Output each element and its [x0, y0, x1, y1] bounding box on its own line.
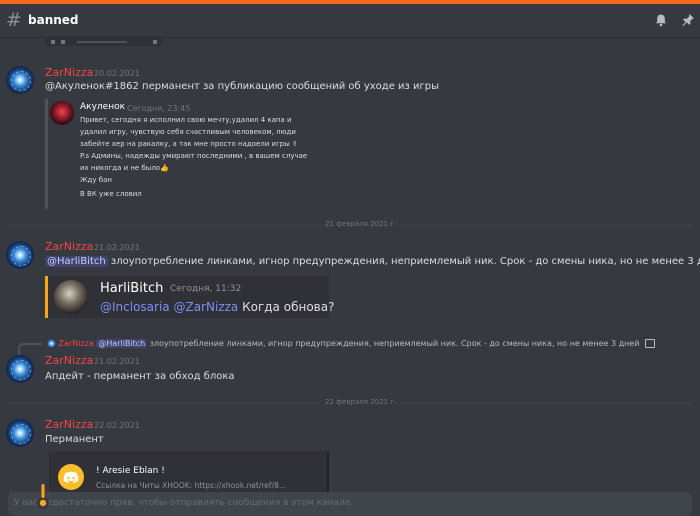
- quoted-line: P.s Админы, надежды умирают последними ,…: [80, 152, 308, 160]
- avatar[interactable]: [6, 355, 34, 383]
- reply-preview[interactable]: ZarNizza @HarliBitch злоупотребление лин…: [47, 339, 656, 348]
- date-divider-label: 21 февраля 2021 г.: [321, 220, 401, 228]
- embed-author: HarliBitch: [100, 281, 164, 296]
- message-body: злоупотребление линками, игнор предупреж…: [107, 256, 700, 267]
- embed-message: Когда обнова?: [242, 300, 335, 314]
- reply-text: злоупотребление линками, игнор предупреж…: [149, 339, 640, 348]
- image-icon: [645, 339, 656, 348]
- author-name[interactable]: ZarNizza: [45, 240, 93, 253]
- user-mention[interactable]: @Inclosaria: [100, 300, 170, 314]
- user-mention[interactable]: @HarliBitch: [45, 256, 108, 267]
- embed-avatar: [54, 280, 88, 314]
- avatar[interactable]: [6, 241, 34, 269]
- avatar[interactable]: [6, 66, 34, 94]
- user-mention[interactable]: @ZarNizza: [173, 300, 238, 314]
- message-timestamp: 22.02.2021: [94, 421, 140, 430]
- quote-bar: [45, 99, 48, 209]
- embed-timestamp: Сегодня, 11:32: [170, 284, 242, 294]
- reply-connector: [18, 343, 42, 356]
- quoted-timestamp: Сегодня, 23:45: [127, 104, 191, 113]
- user-mention[interactable]: @HarliBitch: [96, 339, 148, 348]
- quoted-author: Акуленок: [80, 102, 126, 112]
- channel-header: # banned: [0, 4, 700, 38]
- message-text: Апдейт - перманент за обход блока: [45, 371, 235, 382]
- bell-icon[interactable]: [654, 13, 668, 27]
- message-timestamp: 21.02.2021: [94, 243, 140, 252]
- embed-text: @Inclosaria @ZarNizza Когда обнова?: [100, 300, 334, 314]
- previous-embed-fragment: [45, 38, 162, 46]
- message-timestamp: 21.02.2021: [94, 357, 140, 366]
- quoted-line: их никогда и не было👍: [80, 164, 169, 172]
- author-name[interactable]: ZarNizza: [45, 66, 93, 79]
- composer-placeholder: У вас недостаточно прав, чтобы отправлят…: [14, 498, 354, 508]
- author-name[interactable]: ZarNizza: [45, 418, 93, 431]
- avatar[interactable]: [6, 419, 34, 447]
- quoted-line: В ВК уже словил: [80, 190, 142, 198]
- reply-author: ZarNizza: [58, 339, 94, 348]
- reply-avatar: [47, 339, 56, 348]
- quoted-line: Привет, сегодня я исполнил свою мечту,уд…: [80, 116, 292, 124]
- quoted-line: удалил игру, чувствую себя счастливым че…: [80, 128, 296, 136]
- quoted-avatar: [50, 101, 74, 125]
- date-divider-label: 22 февраля 2021 г.: [321, 398, 401, 406]
- message-timestamp: 20.02.2021: [94, 69, 140, 78]
- message-text: Перманент: [45, 434, 104, 445]
- card-subtitle: Ссылка на Читы XHOOK: https://xhook.net/…: [96, 481, 287, 490]
- hashtag-icon: #: [6, 9, 22, 31]
- message-text: @Акуленок#1862 перманент за публикацию с…: [45, 81, 440, 92]
- quoted-line: забейте хер на ракалку, а так мне просто…: [80, 140, 298, 148]
- warning-icon: [37, 484, 49, 509]
- author-name[interactable]: ZarNizza: [45, 354, 93, 367]
- message-text: @HarliBitch злоупотребление линками, игн…: [45, 256, 700, 267]
- discord-logo-icon: [58, 464, 84, 490]
- quoted-line: Жду бан: [80, 176, 112, 184]
- card-title: ! Aresie Eblan !: [96, 466, 165, 476]
- channel-name: banned: [28, 13, 79, 27]
- pin-icon[interactable]: [681, 13, 695, 27]
